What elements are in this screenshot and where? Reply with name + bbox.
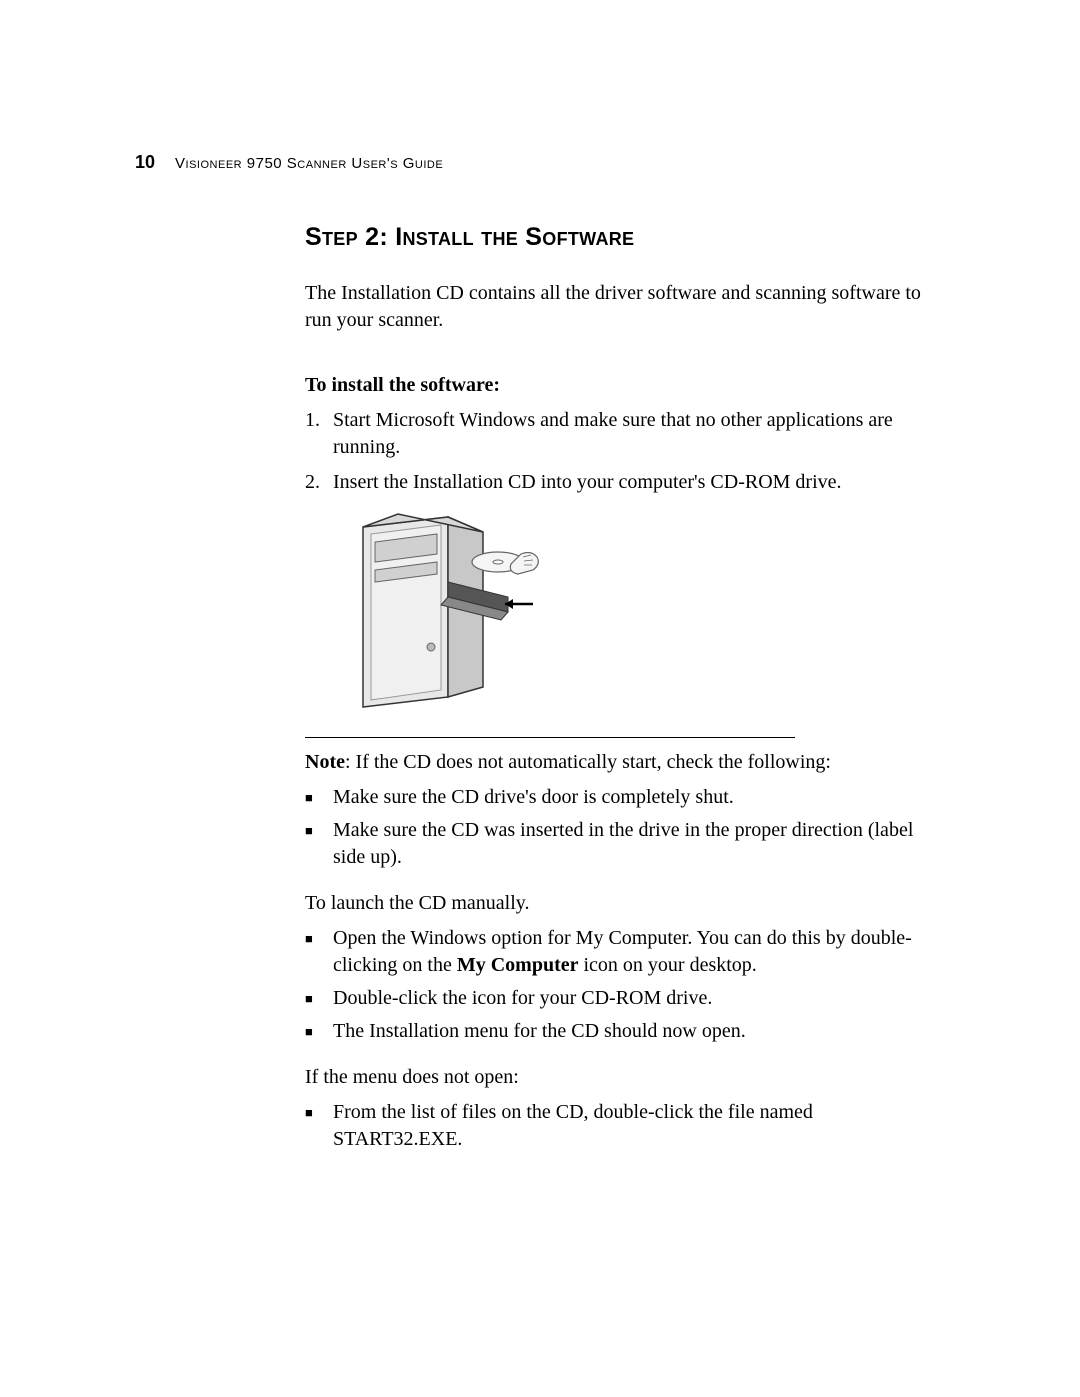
pc-tower-cd-icon [333, 512, 543, 712]
main-content: Step 2: Install the Software The Install… [305, 223, 945, 1153]
bullet-text: Make sure the CD was inserted in the dri… [333, 817, 945, 871]
intro-text: The Installation CD contains all the dri… [305, 280, 945, 334]
list-item: ■ Open the Windows option for My Compute… [305, 925, 945, 979]
computer-cd-illustration [333, 512, 945, 717]
launch-intro: To launch the CD manually. [305, 889, 945, 917]
noopen-intro: If the menu does not open: [305, 1063, 945, 1091]
step-text: Start Microsoft Windows and make sure th… [333, 407, 945, 461]
square-bullet-icon: ■ [305, 1018, 333, 1041]
step-number: 1. [305, 407, 333, 461]
step-heading: Step 2: Install the Software [305, 223, 945, 252]
square-bullet-icon: ■ [305, 985, 333, 1008]
list-item: ■ From the list of files on the CD, doub… [305, 1099, 945, 1153]
note-bullets: ■ Make sure the CD drive's door is compl… [305, 784, 945, 871]
list-item: ■ The Installation menu for the CD shoul… [305, 1018, 945, 1045]
launch-bullets: ■ Open the Windows option for My Compute… [305, 925, 945, 1045]
list-item: 1. Start Microsoft Windows and make sure… [305, 407, 945, 461]
bullet-text: From the list of files on the CD, double… [333, 1099, 945, 1153]
list-item: ■ Double-click the icon for your CD-ROM … [305, 985, 945, 1012]
install-subheading: To install the software: [305, 374, 945, 397]
list-item: 2. Insert the Installation CD into your … [305, 469, 945, 496]
bullet-text: Double-click the icon for your CD-ROM dr… [333, 985, 945, 1012]
bullet-text: Open the Windows option for My Computer.… [333, 925, 945, 979]
square-bullet-icon: ■ [305, 784, 333, 807]
bullet-text: The Installation menu for the CD should … [333, 1018, 945, 1045]
note-prefix: Note [305, 751, 345, 773]
square-bullet-icon: ■ [305, 817, 333, 840]
page-content: 10 Visioneer 9750 Scanner User's Guide S… [135, 152, 945, 1171]
note-body: : If the CD does not automatically start… [345, 751, 831, 773]
bullet-text: Make sure the CD drive's door is complet… [333, 784, 945, 811]
noopen-bullets: ■ From the list of files on the CD, doub… [305, 1099, 945, 1153]
list-item: ■ Make sure the CD drive's door is compl… [305, 784, 945, 811]
page-header: 10 Visioneer 9750 Scanner User's Guide [135, 152, 945, 173]
page-number: 10 [135, 152, 155, 173]
square-bullet-icon: ■ [305, 1099, 333, 1122]
step-number: 2. [305, 469, 333, 496]
divider-line [305, 737, 795, 738]
install-steps-list: 1. Start Microsoft Windows and make sure… [305, 407, 945, 496]
step-text: Insert the Installation CD into your com… [333, 469, 945, 496]
square-bullet-icon: ■ [305, 925, 333, 948]
list-item: ■ Make sure the CD was inserted in the d… [305, 817, 945, 871]
note-text: Note: If the CD does not automatically s… [305, 748, 945, 776]
header-title: Visioneer 9750 Scanner User's Guide [175, 155, 443, 172]
